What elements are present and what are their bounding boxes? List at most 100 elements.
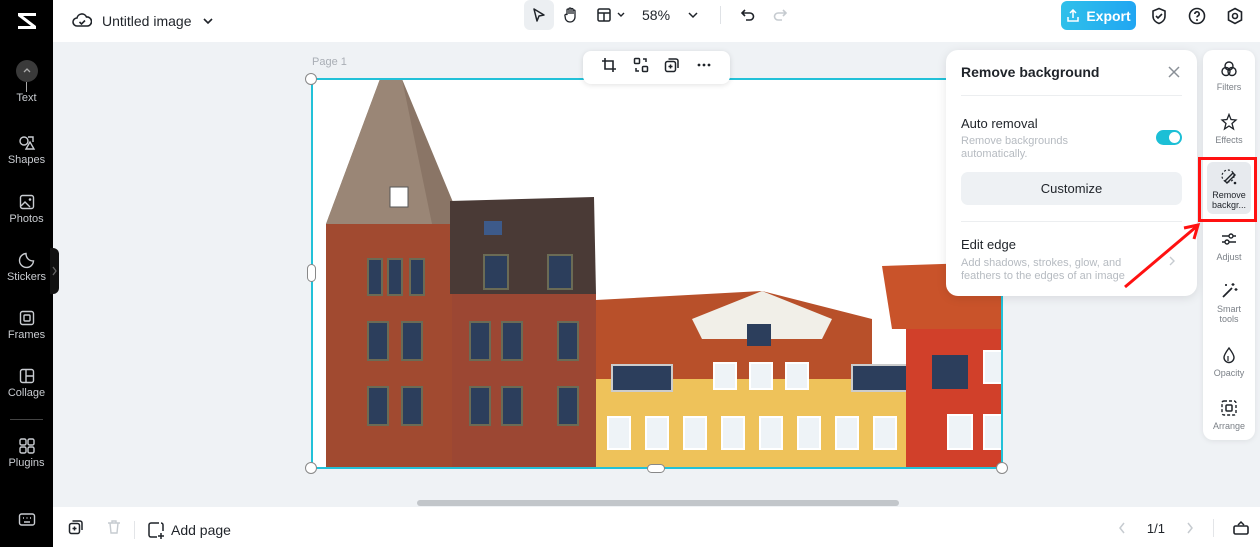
- sidebar-item-label: Collage: [7, 387, 46, 399]
- photos-icon: [19, 194, 34, 210]
- collapse-up-icon[interactable]: [15, 60, 38, 82]
- add-page-icon: [148, 521, 164, 539]
- undo-button[interactable]: [733, 0, 763, 30]
- rail-item-opacity[interactable]: Opacity: [1203, 346, 1255, 378]
- panel-title: Remove background: [961, 64, 1100, 80]
- sidebar-item-label: Photos: [9, 213, 44, 225]
- hand-tool-button[interactable]: [556, 0, 586, 30]
- horizontal-scrollbar[interactable]: [417, 500, 899, 506]
- sidebar-item-shapes[interactable]: Shapes: [0, 134, 53, 166]
- text-icon: [26, 82, 27, 92]
- canvas-image[interactable]: [312, 79, 1002, 468]
- page-navigation: 1/1: [1117, 519, 1250, 537]
- security-button[interactable]: [1146, 3, 1172, 29]
- chevron-down-icon: [617, 12, 625, 17]
- frames-icon: [19, 310, 34, 326]
- customize-button[interactable]: Customize: [961, 172, 1182, 205]
- rail-item-smart-tools[interactable]: Smart tools: [1203, 282, 1255, 324]
- next-page-icon[interactable]: [1185, 521, 1195, 535]
- zoom-level[interactable]: 58%: [628, 7, 676, 23]
- sidebar-item-text[interactable]: Text: [0, 56, 53, 104]
- undo-icon: [740, 9, 755, 21]
- resize-handle-bottom-left[interactable]: [305, 462, 317, 474]
- select-tool-button[interactable]: [524, 0, 554, 30]
- rail-item-label: Opacity: [1213, 368, 1245, 378]
- capcut-editor: Untitled image 58% Export Text Shapes Ph…: [0, 0, 1260, 547]
- document-title-area[interactable]: Untitled image: [72, 6, 214, 36]
- capcut-logo[interactable]: [0, 0, 53, 42]
- rail-item-label: Adjust: [1216, 252, 1242, 262]
- collapse-panel-handle[interactable]: [50, 248, 59, 294]
- hand-icon: [564, 7, 576, 23]
- sidebar-item-frames[interactable]: Frames: [0, 309, 53, 341]
- layout-icon: [597, 8, 611, 22]
- zoom-dropdown-button[interactable]: [678, 0, 708, 30]
- crop-icon: [601, 58, 616, 72]
- add-page-button[interactable]: Add page: [147, 521, 231, 539]
- divider: [961, 95, 1182, 96]
- sidebar-item-photos[interactable]: Photos: [0, 193, 53, 225]
- opacity-icon: [1223, 346, 1235, 364]
- sidebar-divider: [10, 419, 43, 420]
- rail-item-adjust[interactable]: Adjust: [1203, 230, 1255, 262]
- duplicate-page-button[interactable]: [68, 519, 84, 540]
- cloud-saved-icon: [72, 13, 92, 27]
- capcut-logo-icon: [17, 13, 36, 29]
- document-title[interactable]: Untitled image: [102, 13, 192, 29]
- close-icon[interactable]: [1167, 65, 1181, 79]
- rail-item-arrange[interactable]: Arrange: [1203, 399, 1255, 431]
- resize-handle-top-left[interactable]: [305, 73, 317, 85]
- trash-icon: [108, 520, 120, 534]
- add-page-label: Add page: [171, 521, 231, 538]
- help-button[interactable]: [1184, 3, 1210, 29]
- replace-button[interactable]: [633, 57, 649, 78]
- filters-icon: [1221, 61, 1237, 77]
- divider: [961, 221, 1182, 222]
- bottom-bar: Add page 1/1: [53, 507, 1260, 547]
- resize-handle-bottom[interactable]: [647, 464, 665, 473]
- more-icon: [697, 63, 711, 67]
- chevron-down-icon[interactable]: [202, 15, 214, 27]
- more-options-button[interactable]: [696, 57, 712, 78]
- buildings-image: [326, 79, 1002, 468]
- export-button[interactable]: Export: [1061, 1, 1136, 30]
- divider: [720, 6, 722, 24]
- crop-button[interactable]: [601, 57, 617, 78]
- keyboard-shortcuts-button[interactable]: [0, 512, 53, 530]
- top-bar: Untitled image 58% Export: [0, 0, 1260, 42]
- pointer-icon: [533, 8, 545, 22]
- expand-pages-icon[interactable]: [1232, 520, 1250, 536]
- sidebar-item-label: Stickers: [6, 271, 47, 283]
- right-tool-rail: Filters Effects Remove backgr... Adjust …: [1203, 50, 1255, 440]
- auto-removal-toggle[interactable]: [1156, 130, 1182, 145]
- header-right-icons: [1146, 3, 1248, 29]
- resize-handle-left[interactable]: [307, 264, 316, 282]
- rail-item-label: Effects: [1215, 135, 1243, 145]
- layout-button[interactable]: [596, 0, 626, 30]
- rail-item-label: Arrange: [1212, 421, 1246, 431]
- sidebar-item-collage[interactable]: Collage: [0, 367, 53, 399]
- resize-handle-bottom-right[interactable]: [996, 462, 1008, 474]
- effects-icon: [1220, 113, 1238, 131]
- page-label: Page 1: [312, 56, 347, 68]
- sidebar-item-stickers[interactable]: Stickers: [0, 251, 53, 283]
- page-indicator: 1/1: [1146, 520, 1165, 536]
- edit-edge-item[interactable]: Edit edge Add shadows, strokes, glow, an…: [946, 225, 1197, 290]
- rail-item-remove-background[interactable]: Remove backgr...: [1207, 162, 1251, 214]
- rail-item-filters[interactable]: Filters: [1203, 60, 1255, 92]
- sidebar-item-plugins[interactable]: Plugins: [0, 437, 53, 469]
- edit-edge-title: Edit edge: [961, 237, 1016, 252]
- duplicate-button[interactable]: [664, 57, 680, 78]
- shapes-icon: [18, 136, 35, 150]
- redo-button[interactable]: [765, 0, 795, 30]
- rail-item-effects[interactable]: Effects: [1203, 113, 1255, 145]
- auto-removal-title: Auto removal: [961, 116, 1038, 131]
- rail-item-label: Remove backgr...: [1211, 190, 1247, 210]
- delete-page-button[interactable]: [106, 519, 122, 540]
- rail-item-label: Filters: [1216, 82, 1242, 92]
- auto-removal-description: Remove backgrounds automatically.: [961, 135, 1069, 160]
- previous-page-icon[interactable]: [1117, 521, 1127, 535]
- settings-button[interactable]: [1222, 3, 1248, 29]
- collage-icon: [19, 368, 34, 384]
- chevron-right-icon: [1169, 256, 1175, 266]
